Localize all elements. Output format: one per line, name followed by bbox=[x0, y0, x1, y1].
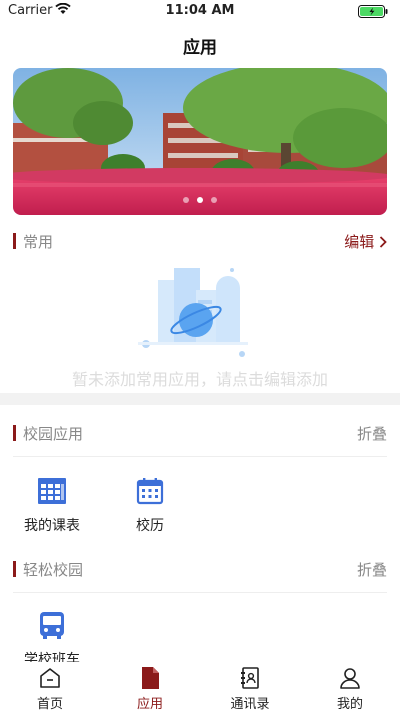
carousel-indicator bbox=[13, 188, 387, 207]
timetable-label: 我的课表 bbox=[24, 518, 80, 534]
person-icon bbox=[340, 668, 360, 689]
tab-home[interactable]: 首页 bbox=[0, 662, 100, 710]
tab-profile[interactable]: 我的 bbox=[300, 662, 400, 710]
section-divider bbox=[0, 393, 400, 405]
campus-apps-section-header: 校园应用 折叠 bbox=[13, 423, 387, 443]
tab-home-label: 首页 bbox=[36, 697, 63, 710]
common-section-title: 常用 bbox=[23, 233, 54, 251]
campus-apps-title: 校园应用 bbox=[23, 425, 84, 443]
bottom-tab-bar: 首页 应用 通讯录 我的 bbox=[0, 662, 400, 710]
status-time: 11:04 AM bbox=[165, 3, 235, 18]
easy-campus-section-header: 轻松校园 折叠 bbox=[13, 559, 387, 579]
easy-campus-title: 轻松校园 bbox=[23, 561, 84, 579]
section-accent-bar bbox=[13, 425, 16, 441]
banner-carousel[interactable] bbox=[13, 68, 387, 215]
section-accent-bar bbox=[13, 233, 16, 249]
tab-contacts-label: 通讯录 bbox=[230, 697, 270, 710]
collapse-campus-apps-button[interactable]: 折叠 bbox=[357, 423, 387, 444]
school-calendar-app[interactable]: 校历 bbox=[110, 476, 190, 535]
tab-apps-label: 应用 bbox=[136, 697, 163, 710]
calendar-icon bbox=[136, 478, 164, 505]
home-icon bbox=[40, 668, 60, 688]
tab-profile-label: 我的 bbox=[336, 697, 363, 710]
contacts-book-icon bbox=[241, 667, 259, 689]
edit-button-label: 编辑 bbox=[344, 233, 375, 251]
page-title: 应用 bbox=[183, 38, 217, 58]
empty-city-illustration bbox=[138, 268, 248, 357]
tab-apps[interactable]: 应用 bbox=[100, 662, 200, 710]
edit-button[interactable]: 编辑 bbox=[344, 231, 387, 252]
tab-contacts[interactable]: 通讯录 bbox=[200, 662, 300, 710]
carousel-dot[interactable] bbox=[211, 197, 217, 203]
divider-line bbox=[13, 456, 387, 457]
timetable-icon bbox=[38, 478, 66, 504]
battery-icon bbox=[358, 5, 388, 18]
common-section-header: 常用 编辑 bbox=[13, 231, 387, 251]
bus-icon bbox=[40, 612, 64, 639]
carousel-dot-active[interactable] bbox=[197, 197, 203, 203]
school-bus-app[interactable]: 学校班车 bbox=[12, 610, 92, 669]
status-bar: Carrier 11:04 AM bbox=[0, 0, 400, 22]
divider-line bbox=[13, 592, 387, 593]
calendar-label: 校历 bbox=[136, 518, 164, 534]
carousel-dot[interactable] bbox=[183, 197, 189, 203]
chevron-right-icon bbox=[379, 236, 387, 248]
section-accent-bar bbox=[13, 561, 16, 577]
collapse-easy-campus-button[interactable]: 折叠 bbox=[357, 559, 387, 580]
timetable-app[interactable]: 我的课表 bbox=[12, 476, 92, 535]
app-document-icon bbox=[142, 667, 159, 689]
empty-state-text: 暂未添加常用应用，请点击编辑添加 bbox=[71, 370, 328, 389]
